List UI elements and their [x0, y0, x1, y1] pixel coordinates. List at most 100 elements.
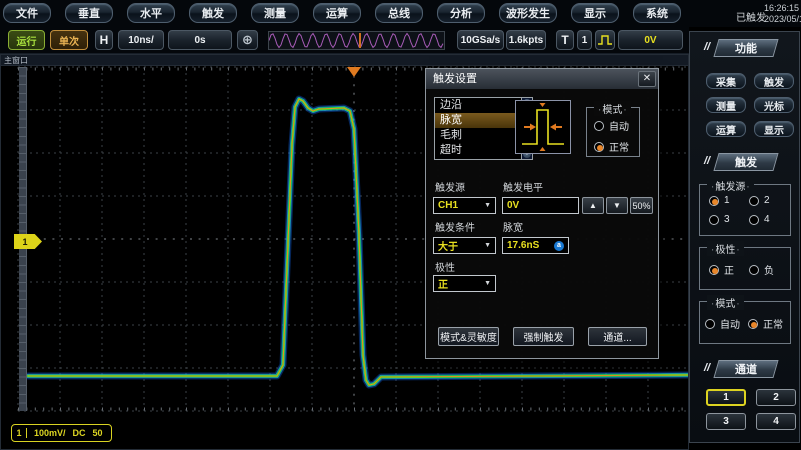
- section-function-header: 功能: [713, 39, 778, 57]
- section-channel-header: 通道: [713, 360, 778, 378]
- badge-impedance: 50: [86, 428, 103, 438]
- polarity-neg-label: 负: [764, 262, 774, 277]
- mode-group-sidebar: 模式 自动 正常: [699, 301, 791, 344]
- trigger-source-group-label: 触发源: [707, 178, 754, 193]
- level-down-icon[interactable]: ▼: [606, 197, 628, 214]
- menu-trigger[interactable]: 触发: [189, 3, 237, 23]
- menu-file[interactable]: 文件: [3, 3, 51, 23]
- mode-auto-radio[interactable]: 自动: [594, 118, 629, 133]
- trigger-t-button[interactable]: T: [556, 30, 574, 50]
- level-label: 触发电平: [503, 179, 543, 194]
- pulse-type-icon[interactable]: [595, 30, 615, 50]
- polarity-neg-radio[interactable]: 负: [749, 262, 774, 277]
- sample-rate-button[interactable]: 10GSa/s: [457, 30, 504, 50]
- single-button[interactable]: 单次: [50, 30, 88, 50]
- radio-selected-icon: [709, 196, 719, 206]
- condition-value: 大于: [438, 238, 484, 253]
- menu-measure[interactable]: 测量: [251, 3, 299, 23]
- list-item-pulse-width[interactable]: 脉宽: [435, 113, 521, 128]
- dialog-title[interactable]: 触发设置: [426, 69, 658, 89]
- level-50pct-button[interactable]: 50%: [630, 197, 653, 214]
- chevron-down-icon: ▼: [484, 242, 491, 249]
- menu-horizontal[interactable]: 水平: [127, 3, 175, 23]
- horizontal-button[interactable]: H: [95, 30, 113, 50]
- list-item-runt[interactable]: 毛刺: [435, 128, 521, 143]
- source-4-radio[interactable]: 4: [749, 214, 770, 225]
- badge-coupling: DC: [66, 428, 86, 438]
- fn-trigger-button[interactable]: 触发: [754, 73, 794, 89]
- menu-math[interactable]: 运算: [313, 3, 361, 23]
- source-value: CH1: [438, 200, 484, 211]
- radio-icon: [594, 121, 604, 131]
- list-item-edge[interactable]: 边沿: [435, 98, 521, 113]
- level-input[interactable]: 0V: [502, 197, 579, 214]
- level-up-icon[interactable]: ▲: [582, 197, 604, 214]
- source-2-label: 2: [764, 195, 770, 206]
- menu-analyze[interactable]: 分析: [437, 3, 485, 23]
- force-trigger-button[interactable]: 强制触发: [513, 327, 574, 346]
- menu-vertical[interactable]: 垂直: [65, 3, 113, 23]
- section-function-label: 功能: [735, 40, 757, 56]
- mode-normal-radio-sidebar[interactable]: 正常: [748, 316, 783, 331]
- keypad-icon[interactable]: a: [554, 241, 564, 251]
- mode-auto-label: 自动: [609, 118, 629, 133]
- pulse-diagram-icon: [516, 101, 570, 153]
- run-button[interactable]: 运行: [8, 30, 45, 50]
- trigger-settings-dialog: 触发设置 ✕ 边沿 脉宽 毛刺 超时 ▲ ▼: [425, 68, 659, 359]
- channel-4-button[interactable]: 4: [756, 413, 796, 430]
- menu-system[interactable]: 系统: [633, 3, 681, 23]
- toolbar: 运行 单次 H 10ns/ 0s ⊕ 10GSa/s 1.6kpts T 1 0…: [0, 27, 689, 54]
- fn-cursor-button[interactable]: 光标: [754, 97, 794, 113]
- level-value: 0V: [507, 200, 574, 211]
- polarity-group-label: 极性: [707, 241, 744, 256]
- pulse-glyph-icon: [597, 33, 613, 47]
- menu-wavegen[interactable]: 波形发生: [499, 3, 557, 23]
- horizontal-offset-button[interactable]: 0s: [168, 30, 232, 50]
- menu-bus[interactable]: 总线: [375, 3, 423, 23]
- menu-display[interactable]: 显示: [571, 3, 619, 23]
- mode-group: 模式 自动 正常: [586, 107, 640, 157]
- trigger-position-marker[interactable]: [347, 67, 361, 77]
- source-2-radio[interactable]: 2: [749, 195, 770, 206]
- channel1-badge[interactable]: 1 100mV/ DC 50: [11, 424, 112, 442]
- source-dropdown[interactable]: CH1 ▼: [433, 197, 496, 214]
- zoom-icon[interactable]: ⊕: [237, 30, 258, 50]
- channel-2-button[interactable]: 2: [756, 389, 796, 406]
- fn-math-button[interactable]: 运算: [706, 121, 746, 137]
- width-label: 脉宽: [503, 219, 523, 234]
- trigger-level-button[interactable]: 0V: [618, 30, 683, 50]
- channel-3-button[interactable]: 3: [706, 413, 746, 430]
- source-3-label: 3: [724, 214, 730, 225]
- radio-icon: [749, 215, 759, 225]
- condition-dropdown[interactable]: 大于 ▼: [433, 237, 496, 254]
- polarity-dropdown[interactable]: 正 ▼: [433, 275, 496, 292]
- mode-auto-radio-sidebar[interactable]: 自动: [705, 316, 740, 331]
- trigger-source-group: 触发源 1 2 3 4: [699, 184, 791, 236]
- memory-depth-button[interactable]: 1.6kpts: [506, 30, 546, 50]
- channel-1-button[interactable]: 1: [706, 389, 746, 406]
- radio-icon: [705, 319, 715, 329]
- waveform-preview[interactable]: [268, 31, 445, 50]
- chevron-down-icon: ▼: [484, 202, 491, 209]
- list-item-timeout[interactable]: 超时: [435, 143, 521, 158]
- date-label: 2023/05/17: [764, 14, 801, 25]
- oscilloscope-app: 文件 垂直 水平 触发 测量 运算 总线 分析 波形发生 显示 系统 已触发 1…: [0, 0, 801, 450]
- trigger-type-items: 边沿 脉宽 毛刺 超时: [435, 98, 521, 159]
- fn-measure-button[interactable]: 测量: [706, 97, 746, 113]
- fn-display-button[interactable]: 显示: [754, 121, 794, 137]
- close-icon[interactable]: ✕: [638, 71, 656, 87]
- source-1-radio[interactable]: 1: [709, 195, 730, 206]
- polarity-pos-radio[interactable]: 正: [709, 262, 734, 277]
- channel-button[interactable]: 通道...: [588, 327, 647, 346]
- source-3-radio[interactable]: 3: [709, 214, 730, 225]
- width-input[interactable]: 17.6nS a: [502, 237, 569, 254]
- timebase-button[interactable]: 10ns/: [118, 30, 164, 50]
- trigger-source-button[interactable]: 1: [577, 30, 592, 50]
- sensitivity-button[interactable]: 模式&灵敏度: [438, 327, 499, 346]
- fn-acquire-button[interactable]: 采集: [706, 73, 746, 89]
- source-label: 触发源: [435, 179, 465, 194]
- mode-normal-radio[interactable]: 正常: [594, 139, 629, 154]
- radio-icon: [749, 265, 759, 275]
- menu-bar: 文件 垂直 水平 触发 测量 运算 总线 分析 波形发生 显示 系统 已触发 1…: [0, 0, 801, 27]
- mode-group-label: 模式: [594, 101, 631, 116]
